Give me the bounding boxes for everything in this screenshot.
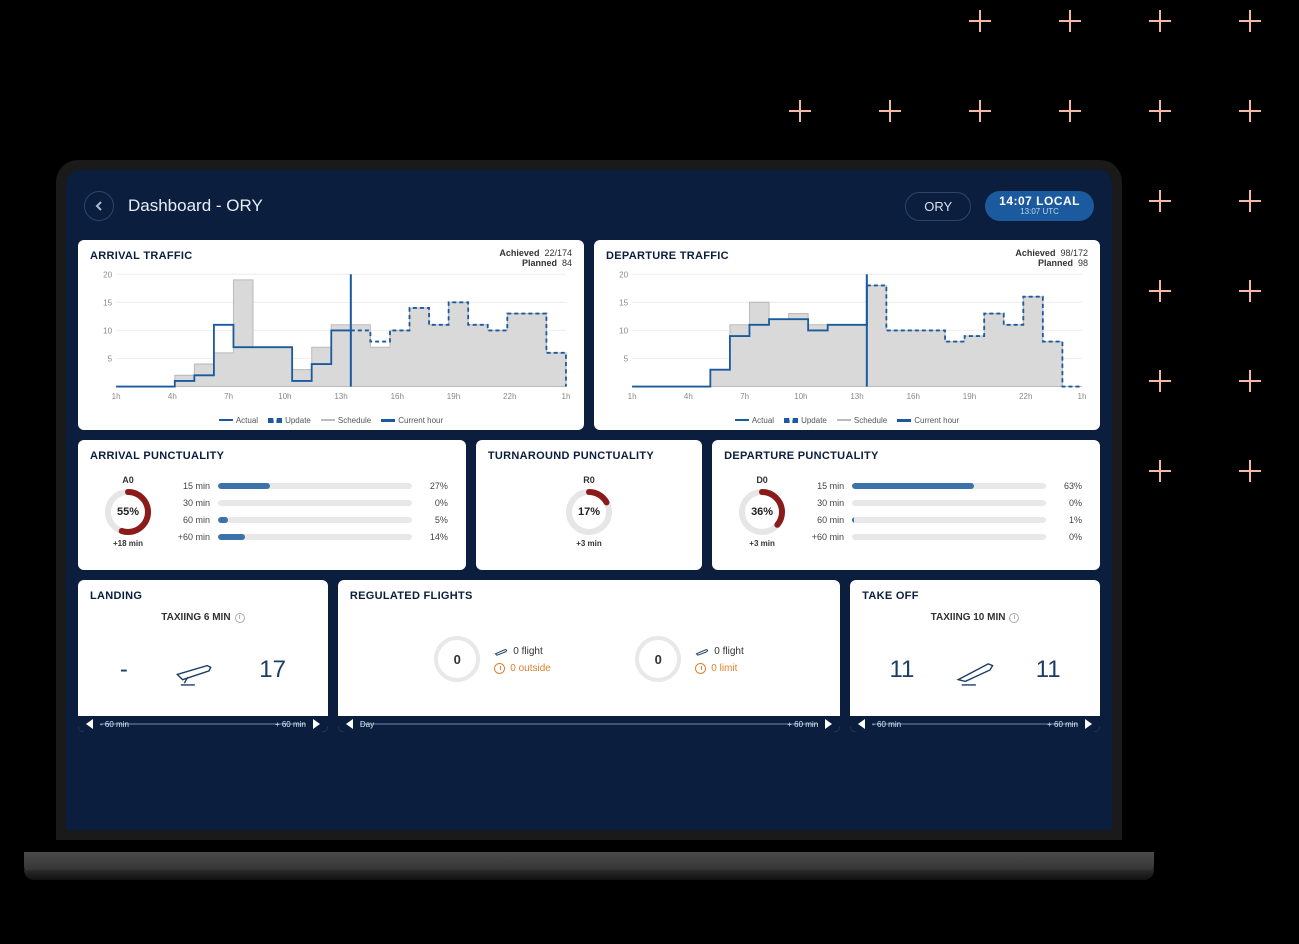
landing-right-count: 17 [259, 656, 286, 684]
svg-text:13h: 13h [334, 392, 347, 401]
svg-text:10: 10 [103, 326, 112, 335]
clock-icon [695, 663, 706, 674]
takeoff-icon [953, 648, 997, 692]
svg-text:19h: 19h [963, 392, 976, 401]
airport-selector[interactable]: ORY [905, 192, 971, 221]
landing-card: LANDING TAXIING 6 MINi - 17 - 60 min+ 60… [78, 580, 328, 732]
svg-text:1h: 1h [628, 392, 637, 401]
svg-text:5: 5 [624, 354, 629, 363]
chart-legend: Actual Update Schedule Current hour [606, 416, 1088, 425]
time-slider[interactable]: Day+ 60 min [338, 716, 840, 732]
takeoff-left-count: 11 [889, 656, 914, 684]
page-title: Dashboard - ORY [128, 196, 263, 216]
svg-text:19h: 19h [447, 392, 460, 401]
svg-text:10h: 10h [794, 392, 807, 401]
traffic-stats: Achieved 98/172 Planned 98 [1015, 248, 1088, 268]
svg-text:4h: 4h [684, 392, 693, 401]
svg-text:7h: 7h [224, 392, 233, 401]
svg-text:20: 20 [103, 270, 112, 279]
chart-legend: Actual Update Schedule Current hour [90, 416, 572, 425]
dashboard-screen: Dashboard - ORY ORY 14:07 LOCAL 13:07 UT… [66, 170, 1112, 830]
punct-bars: 15 min27%30 min0%60 min5%+60 min14% [174, 481, 448, 542]
takeoff-card: TAKE OFF TAXIING 10 MINi 11 11 - 60 min+… [850, 580, 1100, 732]
info-icon[interactable]: i [235, 613, 245, 623]
header: Dashboard - ORY ORY 14:07 LOCAL 13:07 UT… [78, 182, 1100, 230]
clock-icon [494, 663, 505, 674]
svg-text:15: 15 [103, 298, 112, 307]
departure-chart: 20 15 10 5 1h 4h 7h 10h 13h 16h 19h 22h 1h [606, 268, 1088, 414]
utc-time: 13:07 UTC [999, 208, 1080, 217]
traffic-stats: Achieved 22/174 Planned 84 [499, 248, 572, 268]
arrival-chart: 20 15 10 5 1h 4h 7h 10h 13h 16h 19h 22h 1h [90, 268, 572, 414]
regulated-flights-card: REGULATED FLIGHTS 0 0 flight 0 outside 0 [338, 580, 840, 732]
svg-text:22h: 22h [1019, 392, 1032, 401]
arrival-traffic-card: ARRIVAL TRAFFIC Achieved 22/174 Planned … [78, 240, 584, 430]
svg-text:20: 20 [619, 270, 628, 279]
time-slider[interactable]: - 60 min+ 60 min [78, 716, 328, 732]
clock-badge: 14:07 LOCAL 13:07 UTC [985, 191, 1094, 221]
back-button[interactable] [84, 191, 114, 221]
arrival-punctuality-card: ARRIVAL PUNCTUALITY A0 55% +18 min 15 mi… [78, 440, 466, 570]
turnaround-punctuality-card: TURNAROUND PUNCTUALITY R0 17% +3 min [476, 440, 702, 570]
gauge: R0 17% +3 min [557, 475, 621, 548]
svg-text:10: 10 [619, 326, 628, 335]
regulated-item: 0 0 flight 0 outside [434, 636, 551, 682]
time-slider[interactable]: - 60 min+ 60 min [850, 716, 1100, 732]
svg-text:4h: 4h [168, 392, 177, 401]
svg-text:15: 15 [619, 298, 628, 307]
departure-traffic-card: DEPARTURE TRAFFIC Achieved 98/172 Planne… [594, 240, 1100, 430]
svg-text:1h: 1h [112, 392, 121, 401]
plane-icon [494, 644, 508, 658]
svg-text:10h: 10h [278, 392, 291, 401]
gauge: A0 55% +18 min [96, 475, 160, 548]
regulated-item: 0 0 flight 0 limit [635, 636, 743, 682]
svg-text:1h: 1h [1078, 392, 1087, 401]
svg-text:16h: 16h [907, 392, 920, 401]
info-icon[interactable]: i [1009, 613, 1019, 623]
gauge: D0 36% +3 min [730, 475, 794, 548]
svg-text:13h: 13h [850, 392, 863, 401]
svg-text:22h: 22h [503, 392, 516, 401]
plane-icon [695, 644, 709, 658]
departure-punctuality-card: DEPARTURE PUNCTUALITY D0 36% +3 min 15 m… [712, 440, 1100, 570]
svg-text:7h: 7h [740, 392, 749, 401]
landing-icon [172, 648, 216, 692]
svg-text:16h: 16h [391, 392, 404, 401]
takeoff-right-count: 11 [1036, 656, 1061, 684]
punct-bars: 15 min63%30 min0%60 min1%+60 min0% [808, 481, 1082, 542]
laptop-frame: Dashboard - ORY ORY 14:07 LOCAL 13:07 UT… [24, 160, 1154, 880]
svg-text:5: 5 [108, 354, 113, 363]
svg-text:1h: 1h [562, 392, 571, 401]
landing-left-count: - [120, 656, 128, 684]
